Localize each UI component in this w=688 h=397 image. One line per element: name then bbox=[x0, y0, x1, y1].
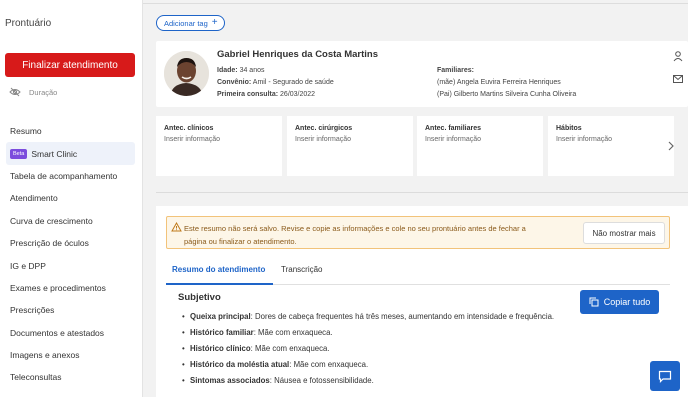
antec-title: Hábitos bbox=[556, 125, 582, 132]
sidebar-item-label: Prescrição de óculos bbox=[10, 238, 89, 249]
sidebar-item-smart-clinic[interactable]: Beta Smart Clinic bbox=[6, 142, 135, 165]
section-divider bbox=[156, 192, 688, 193]
sidebar: Prontuário Finalizar atendimento Duração… bbox=[0, 0, 143, 397]
summary-tabs: Resumo do atendimento Transcrição bbox=[166, 258, 670, 285]
top-divider bbox=[143, 3, 688, 4]
copy-all-label: Copiar tudo bbox=[603, 297, 651, 307]
add-tag-button[interactable]: Adicionar tag + bbox=[156, 15, 225, 31]
antec-cirurgicos-card[interactable]: Antec. cirúrgicos Inserir informação bbox=[287, 116, 413, 176]
antec-title: Antec. cirúrgicos bbox=[295, 125, 353, 132]
duration-label: Duração bbox=[29, 87, 58, 97]
list-item: Histórico clínico: Mãe com enxaqueca. bbox=[181, 343, 561, 354]
plus-icon: + bbox=[211, 17, 218, 28]
list-item: Histórico familiar: Mãe com enxaqueca. bbox=[181, 327, 561, 338]
antec-title: Antec. familiares bbox=[425, 125, 482, 132]
sidebar-item-label: Curva de crescimento bbox=[10, 215, 93, 226]
patient-card: Gabriel Henriques da Costa Martins Idade… bbox=[156, 41, 688, 107]
chevron-right-icon[interactable] bbox=[667, 140, 675, 152]
alert-text: Este resumo não será salvo. Revise e cop… bbox=[184, 224, 526, 246]
sidebar-item-oculos[interactable]: Prescrição de óculos bbox=[0, 232, 143, 254]
main-content: Adicionar tag + Gabriel Henriques da Cost… bbox=[143, 0, 688, 397]
sidebar-item-documentos[interactable]: Documentos e atestados bbox=[0, 322, 143, 344]
patient-first-visit: Primeira consulta: 26/03/2022 bbox=[217, 91, 316, 98]
sidebar-nav: Resumo Beta Smart Clinic Tabela de acompa… bbox=[0, 120, 143, 389]
chat-icon bbox=[658, 370, 672, 383]
sidebar-item-label: Tabela de acompanhamento bbox=[10, 170, 118, 181]
habitos-card[interactable]: Hábitos Inserir informação bbox=[548, 116, 674, 176]
list-item: Queixa principal: Dores de cabeça freque… bbox=[181, 311, 561, 322]
antec-clinicos-card[interactable]: Antec. clínicos Inserir informação bbox=[156, 116, 282, 176]
antec-title: Antec. clínicos bbox=[164, 125, 214, 132]
sidebar-item-label: Exames e procedimentos bbox=[10, 282, 106, 293]
family-member: (Pai) Gilberto Martins Silveira Cunha Ol… bbox=[437, 91, 577, 98]
sidebar-title: Prontuário bbox=[5, 18, 52, 29]
antec-familiares-card[interactable]: Antec. familiares Inserir informação bbox=[417, 116, 543, 176]
sidebar-item-prescricoes[interactable]: Prescrições bbox=[0, 299, 143, 321]
copy-icon bbox=[589, 297, 599, 307]
warning-icon bbox=[171, 222, 182, 232]
tab-resumo[interactable]: Resumo do atendimento bbox=[172, 265, 265, 274]
section-title: Subjetivo bbox=[178, 292, 221, 303]
sidebar-item-label: IG e DPP bbox=[10, 260, 46, 271]
family-title: Familiares: bbox=[437, 67, 474, 74]
subjective-list: Queixa principal: Dores de cabeça freque… bbox=[181, 306, 561, 386]
sidebar-item-atendimento[interactable]: Atendimento bbox=[0, 187, 143, 209]
antec-placeholder: Inserir informação bbox=[556, 136, 613, 143]
user-icon[interactable] bbox=[672, 50, 684, 62]
avatar bbox=[164, 51, 209, 96]
sidebar-item-teleconsultas[interactable]: Teleconsultas bbox=[0, 366, 143, 388]
beta-badge: Beta bbox=[10, 148, 28, 159]
dont-show-again-button[interactable]: Não mostrar mais bbox=[583, 222, 665, 244]
finalize-button[interactable]: Finalizar atendimento bbox=[5, 53, 135, 77]
add-tag-label: Adicionar tag bbox=[164, 18, 208, 28]
patient-age: Idade: 34 anos bbox=[217, 67, 265, 74]
family-member: (mãe) Angela Euvira Ferreira Henriques bbox=[437, 79, 561, 86]
sidebar-item-label: Teleconsultas bbox=[10, 372, 62, 383]
warning-alert: Este resumo não será salvo. Revise e cop… bbox=[166, 216, 670, 249]
sidebar-item-exames[interactable]: Exames e procedimentos bbox=[0, 277, 143, 299]
sidebar-item-label: Atendimento bbox=[10, 193, 58, 204]
list-item: Sintomas associados: Náusea e fotossensi… bbox=[181, 375, 561, 386]
eye-off-icon bbox=[9, 87, 21, 97]
list-item: Histórico da moléstia atual: Mãe com enx… bbox=[181, 359, 561, 370]
sidebar-item-imagens[interactable]: Imagens e anexos bbox=[0, 344, 143, 366]
antec-placeholder: Inserir informação bbox=[425, 136, 482, 143]
sidebar-item-label: Resumo bbox=[10, 126, 42, 137]
sidebar-item-ig-dpp[interactable]: IG e DPP bbox=[0, 254, 143, 276]
sidebar-item-curva[interactable]: Curva de crescimento bbox=[0, 210, 143, 232]
patient-insurance: Convênio: Amil - Segurado de saúde bbox=[217, 79, 334, 86]
chat-button[interactable] bbox=[650, 361, 680, 391]
duration[interactable]: Duração bbox=[9, 87, 57, 97]
antec-placeholder: Inserir informação bbox=[295, 136, 352, 143]
sidebar-item-resumo[interactable]: Resumo bbox=[0, 120, 143, 142]
tab-transcricao[interactable]: Transcrição bbox=[281, 265, 323, 274]
sidebar-item-tabela[interactable]: Tabela de acompanhamento bbox=[0, 165, 143, 187]
antec-placeholder: Inserir informação bbox=[164, 136, 221, 143]
sidebar-item-label: Prescrições bbox=[10, 305, 55, 316]
active-tab-indicator bbox=[166, 283, 273, 285]
copy-all-button[interactable]: Copiar tudo bbox=[580, 290, 659, 314]
sidebar-item-label: Smart Clinic bbox=[31, 148, 78, 159]
summary-card: Este resumo não será salvo. Revise e cop… bbox=[156, 206, 688, 397]
sidebar-item-label: Documentos e atestados bbox=[10, 327, 105, 338]
mail-icon[interactable] bbox=[672, 73, 684, 85]
sidebar-item-label: Imagens e anexos bbox=[10, 350, 80, 361]
patient-name: Gabriel Henriques da Costa Martins bbox=[217, 49, 379, 60]
